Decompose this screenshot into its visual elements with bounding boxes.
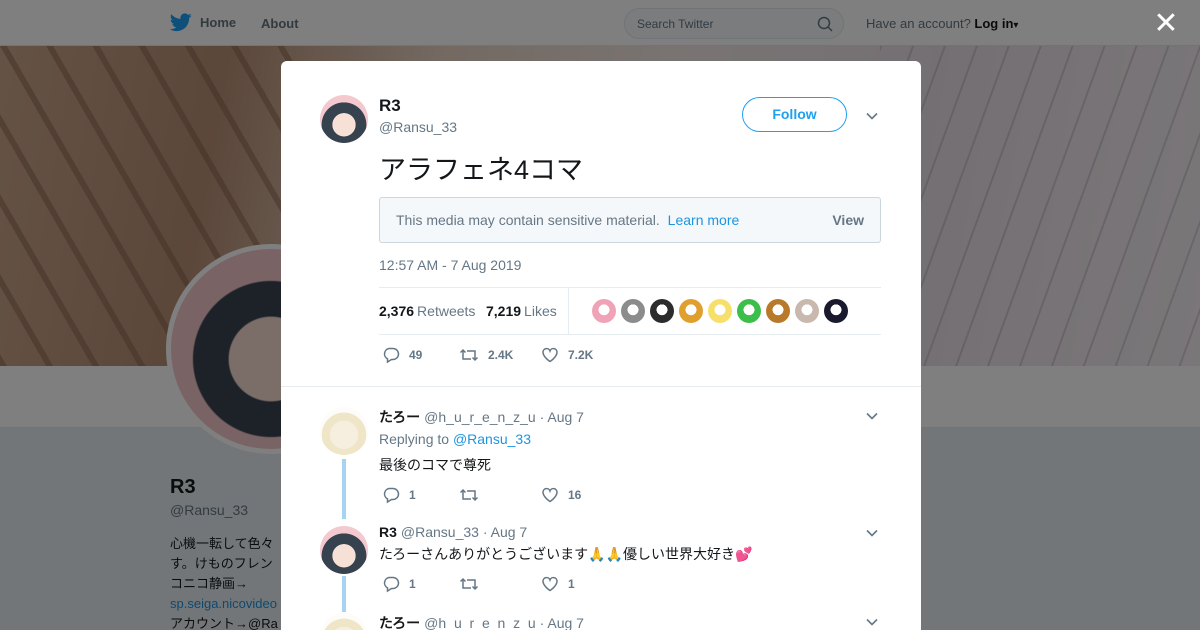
replying-to-prefix: Replying to bbox=[379, 431, 450, 447]
retweets-stat[interactable]: 2,376 Retweets bbox=[379, 303, 475, 319]
reply-count: 1 bbox=[409, 488, 416, 502]
author-avatar[interactable] bbox=[320, 95, 368, 143]
retweet-count: 2.4K bbox=[488, 348, 514, 362]
like-count: 7.2K bbox=[568, 348, 594, 362]
replying-to-link[interactable]: @Ransu_33 bbox=[453, 431, 531, 447]
follow-button[interactable]: Follow bbox=[742, 97, 847, 132]
retweet-icon bbox=[459, 488, 479, 502]
reply-author-handle[interactable]: @h_u_r_e_n_z_u bbox=[424, 409, 536, 425]
retweets-count: 2,376 bbox=[379, 303, 415, 319]
close-icon[interactable]: ✕ bbox=[1152, 9, 1180, 39]
reply-avatar[interactable] bbox=[320, 613, 368, 630]
tweet-stats: 2,376 Retweets 7,219 Likes bbox=[379, 287, 881, 335]
liker-avatar[interactable] bbox=[737, 299, 761, 323]
replying-to: Replying to @Ransu_33 bbox=[379, 431, 531, 447]
sensitive-text: This media may contain sensitive materia… bbox=[396, 212, 660, 228]
liker-avatar[interactable] bbox=[824, 299, 848, 323]
retweet-action[interactable] bbox=[459, 486, 488, 504]
thread-line bbox=[342, 576, 346, 612]
reply-text: 最後のコマで尊死 bbox=[379, 457, 491, 473]
reply-action[interactable]: 1 bbox=[382, 575, 416, 593]
reply-action[interactable]: 49 bbox=[382, 346, 422, 364]
reply-action[interactable]: 1 bbox=[382, 486, 416, 504]
chevron-down-icon[interactable] bbox=[865, 615, 879, 629]
like-action[interactable]: 1 bbox=[541, 575, 575, 593]
like-count: 16 bbox=[568, 488, 582, 502]
learn-more-link[interactable]: Learn more bbox=[668, 212, 740, 228]
reply-icon bbox=[383, 576, 400, 593]
reply-date[interactable]: · Aug 7 bbox=[540, 615, 584, 630]
reply-avatar[interactable] bbox=[320, 407, 368, 455]
divider bbox=[281, 386, 921, 396]
heart-icon bbox=[542, 487, 558, 503]
heart-icon bbox=[542, 347, 558, 363]
liker-avatar[interactable] bbox=[708, 299, 732, 323]
liker-avatars bbox=[592, 299, 848, 323]
like-action[interactable]: 7.2K bbox=[541, 346, 593, 364]
reply-author-handle[interactable]: @h_u_r_e_n_z_u bbox=[424, 615, 536, 630]
reply-count: 1 bbox=[409, 577, 416, 591]
reply-date[interactable]: · Aug 7 bbox=[483, 524, 527, 540]
liker-avatar[interactable] bbox=[795, 299, 819, 323]
retweet-action[interactable]: 2.4K bbox=[459, 346, 513, 364]
likes-count: 7,219 bbox=[486, 303, 522, 319]
likes-stat[interactable]: 7,219 Likes bbox=[486, 303, 557, 319]
sensitive-media-notice: This media may contain sensitive materia… bbox=[379, 197, 881, 243]
reply-icon bbox=[383, 487, 400, 504]
likes-label: Likes bbox=[524, 303, 557, 319]
reply-header: たろー @h_u_r_e_n_z_u · Aug 7 bbox=[379, 613, 584, 630]
chevron-down-icon[interactable] bbox=[865, 109, 879, 123]
chevron-down-icon[interactable] bbox=[865, 526, 879, 540]
author-handle[interactable]: @Ransu_33 bbox=[379, 119, 457, 135]
reply-date[interactable]: · Aug 7 bbox=[540, 409, 584, 425]
reply-tweet[interactable]: たろー @h_u_r_e_n_z_u · Aug 7 Replying to @R… bbox=[281, 407, 921, 519]
retweet-icon bbox=[459, 577, 479, 591]
tweet-text: アラフェネ4コマ bbox=[379, 155, 584, 185]
reply-author-name[interactable]: R3 bbox=[379, 524, 397, 540]
view-button[interactable]: View bbox=[832, 212, 864, 228]
reply-text: たろーさんありがとうございます🙏🙏優しい世界大好き💕 bbox=[379, 546, 753, 562]
reply-avatar[interactable] bbox=[320, 526, 368, 574]
liker-avatar[interactable] bbox=[650, 299, 674, 323]
liker-avatar[interactable] bbox=[621, 299, 645, 323]
chevron-down-icon[interactable] bbox=[865, 409, 879, 423]
like-count: 1 bbox=[568, 577, 575, 591]
reply-icon bbox=[383, 347, 400, 364]
liker-avatar[interactable] bbox=[592, 299, 616, 323]
retweets-label: Retweets bbox=[417, 303, 476, 319]
retweet-action[interactable] bbox=[459, 575, 488, 593]
liker-avatar[interactable] bbox=[766, 299, 790, 323]
reply-tweet[interactable]: たろー @h_u_r_e_n_z_u · Aug 7 bbox=[281, 613, 921, 630]
tweet-timestamp[interactable]: 12:57 AM - 7 Aug 2019 bbox=[379, 257, 521, 273]
like-action[interactable]: 16 bbox=[541, 486, 581, 504]
reply-tweet[interactable]: R3 @Ransu_33 · Aug 7 たろーさんありがとうございます🙏🙏優しい… bbox=[281, 524, 921, 624]
heart-icon bbox=[542, 576, 558, 592]
reply-author-handle[interactable]: @Ransu_33 bbox=[401, 524, 479, 540]
retweet-icon bbox=[459, 348, 479, 362]
tweet-modal: R3 @Ransu_33 Follow アラフェネ4コマ This media … bbox=[281, 61, 921, 630]
reply-count: 49 bbox=[409, 348, 423, 362]
thread-line bbox=[342, 459, 346, 519]
reply-author-name[interactable]: たろー bbox=[379, 409, 420, 425]
author-name[interactable]: R3 bbox=[379, 96, 401, 116]
reply-header: たろー @h_u_r_e_n_z_u · Aug 7 bbox=[379, 407, 584, 427]
liker-avatar[interactable] bbox=[679, 299, 703, 323]
reply-header: R3 @Ransu_33 · Aug 7 bbox=[379, 524, 527, 540]
reply-author-name[interactable]: たろー bbox=[379, 615, 420, 630]
